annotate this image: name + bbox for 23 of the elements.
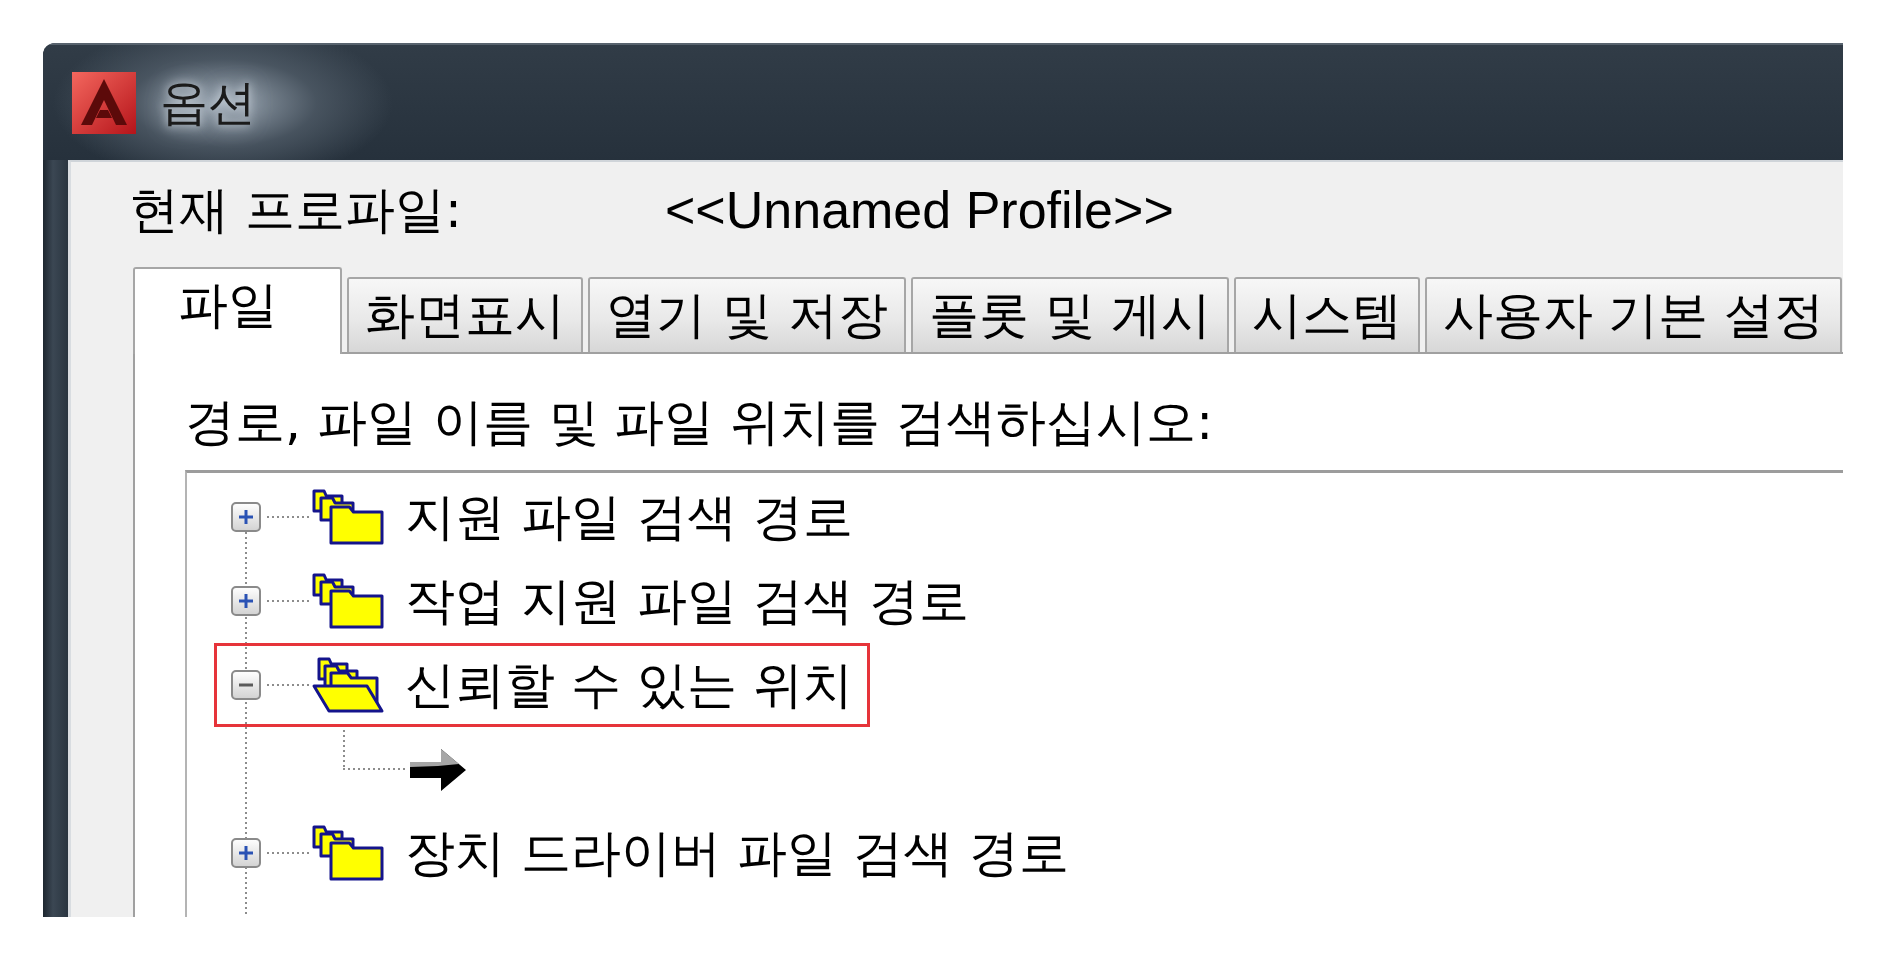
tab[interactable]: 열기 및 저장 bbox=[588, 277, 906, 352]
expand-icon[interactable] bbox=[231, 586, 261, 616]
expand-icon[interactable] bbox=[231, 502, 261, 532]
tree-item[interactable]: 작업 지원 파일 검색 경로 bbox=[405, 567, 969, 635]
open-folders-icon bbox=[311, 656, 385, 714]
tree-item[interactable]: 지원 파일 검색 경로 bbox=[405, 483, 853, 551]
window-title: 옵션 bbox=[160, 72, 256, 132]
profile-name: <<Unnamed Profile>> bbox=[665, 180, 1174, 240]
folders-icon bbox=[311, 488, 385, 546]
tree-item[interactable]: 신뢰할 수 있는 위치 bbox=[405, 651, 853, 719]
tab[interactable]: 시스템 bbox=[1233, 277, 1420, 352]
tab[interactable]: 사용자 기본 설정 bbox=[1424, 277, 1843, 352]
logo-icon bbox=[72, 71, 136, 134]
folders-icon bbox=[311, 572, 385, 630]
tab[interactable]: 화면표시 bbox=[347, 277, 583, 352]
profile-label: 현재 프로파일: bbox=[129, 179, 463, 241]
tab[interactable]: 파일 bbox=[133, 267, 342, 354]
tree-item[interactable]: 장치 드라이버 파일 검색 경로 bbox=[405, 819, 1069, 887]
folders-icon bbox=[311, 824, 385, 882]
collapse-icon[interactable] bbox=[231, 670, 261, 700]
tab[interactable]: 플롯 및 게시 bbox=[910, 277, 1229, 352]
instruction-text: 경로, 파일 이름 및 파일 위치를 검색하십시오: bbox=[185, 394, 1215, 450]
expand-icon[interactable] bbox=[231, 838, 261, 868]
